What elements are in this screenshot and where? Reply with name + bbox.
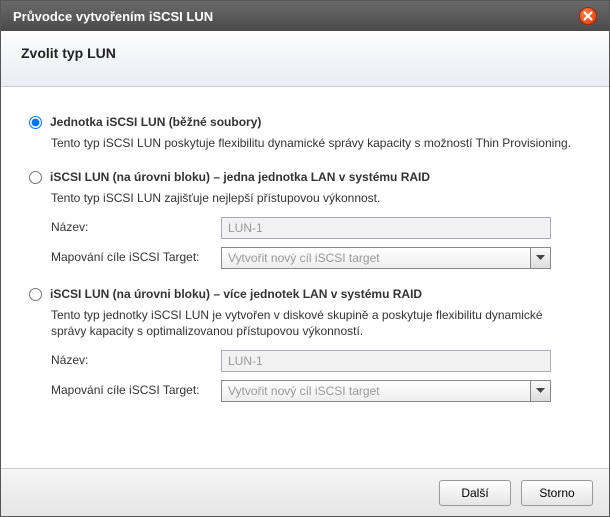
radio-block-single[interactable]	[29, 171, 42, 184]
option-title: Jednotka iSCSI LUN (běžné soubory)	[50, 115, 261, 129]
mapping-select-value: Vytvořit nový cíl iSCSI target	[222, 248, 530, 268]
option-desc: Tento typ iSCSI LUN poskytuje flexibilit…	[51, 135, 581, 152]
name-input[interactable]	[221, 217, 551, 239]
titlebar: Průvodce vytvořením iSCSI LUN	[1, 1, 609, 31]
name-label: Název:	[51, 350, 221, 367]
option-title: iSCSI LUN (na úrovni bloku) – jedna jedn…	[50, 170, 430, 184]
wizard-header: Zvolit typ LUN	[1, 31, 609, 87]
dropdown-button[interactable]	[530, 248, 550, 268]
mapping-label: Mapování cíle iSCSI Target:	[51, 247, 221, 264]
footer: Další Storno	[1, 468, 609, 516]
radio-regular-files[interactable]	[29, 116, 42, 129]
window-title: Průvodce vytvořením iSCSI LUN	[13, 9, 213, 24]
option-block-single: iSCSI LUN (na úrovni bloku) – jedna jedn…	[29, 170, 581, 269]
mapping-select[interactable]: Vytvořit nový cíl iSCSI target	[221, 247, 551, 269]
chevron-down-icon	[536, 255, 545, 261]
next-button[interactable]: Další	[439, 480, 511, 506]
cancel-button[interactable]: Storno	[521, 480, 593, 506]
name-label: Název:	[51, 217, 221, 234]
option-block-multi: iSCSI LUN (na úrovni bloku) – více jedno…	[29, 287, 581, 403]
mapping-label: Mapování cíle iSCSI Target:	[51, 380, 221, 397]
close-button[interactable]	[579, 7, 597, 25]
mapping-select[interactable]: Vytvořit nový cíl iSCSI target	[221, 380, 551, 402]
name-input[interactable]	[221, 350, 551, 372]
radio-block-multi[interactable]	[29, 288, 42, 301]
dropdown-button[interactable]	[530, 381, 550, 401]
content-area: Jednotka iSCSI LUN (běžné soubory) Tento…	[1, 87, 609, 467]
option-regular-files: Jednotka iSCSI LUN (běžné soubory) Tento…	[29, 115, 581, 152]
page-title: Zvolit typ LUN	[21, 45, 589, 61]
wizard-window: Průvodce vytvořením iSCSI LUN Zvolit typ…	[0, 0, 610, 517]
option-desc: Tento typ iSCSI LUN zajišťuje nejlepší p…	[51, 190, 581, 207]
mapping-select-value: Vytvořit nový cíl iSCSI target	[222, 381, 530, 401]
chevron-down-icon	[536, 388, 545, 394]
close-icon	[583, 11, 593, 21]
option-title: iSCSI LUN (na úrovni bloku) – více jedno…	[50, 287, 422, 301]
option-desc: Tento typ jednotky iSCSI LUN je vytvořen…	[51, 307, 581, 341]
